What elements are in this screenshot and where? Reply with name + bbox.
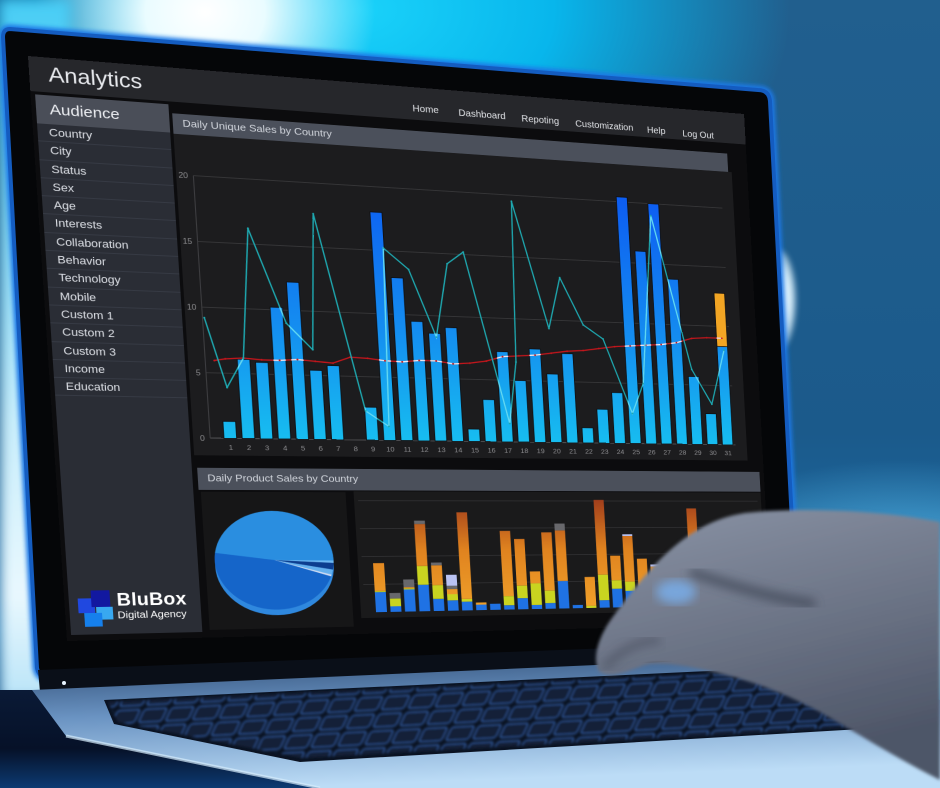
laptop-photo-scene: Analytics Home Dashboard Repoting Custom… <box>0 0 940 788</box>
hand <box>596 510 940 780</box>
finger-reflection <box>656 580 696 604</box>
hand-shape <box>596 510 940 780</box>
